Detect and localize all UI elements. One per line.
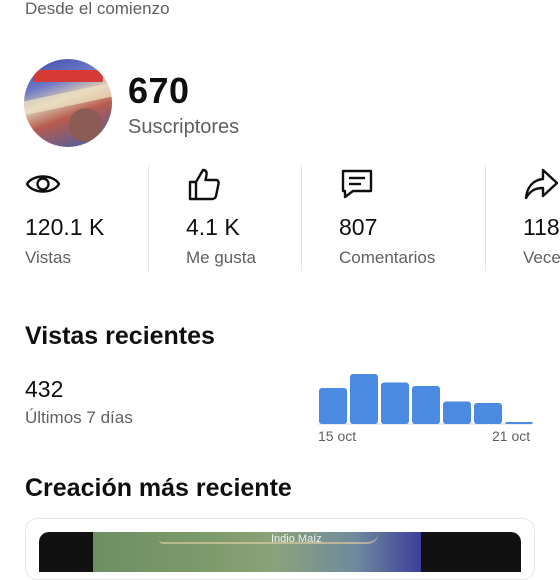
latest-video-thumbnail[interactable]: Indio Maíz xyxy=(39,532,521,572)
chart-bar-3[interactable] xyxy=(381,382,409,425)
thumbnail-map-label: Indio Maíz xyxy=(271,533,322,545)
stat-likes[interactable]: 4.1 K Me gusta xyxy=(186,166,296,272)
channel-avatar[interactable] xyxy=(24,59,112,147)
divider xyxy=(301,165,302,271)
chart-bar-2[interactable] xyxy=(350,374,378,424)
chart-bar-7[interactable] xyxy=(505,422,533,424)
subscriber-count: 670 xyxy=(128,70,190,111)
views-value: 120.1 K xyxy=(25,214,105,240)
likes-label: Me gusta xyxy=(186,248,256,267)
share-icon xyxy=(524,168,559,200)
stat-shares[interactable]: 118 Veces xyxy=(523,166,560,272)
chart-bar-6[interactable] xyxy=(474,403,502,424)
latest-creation-title: Creación más reciente xyxy=(25,474,292,502)
shares-label: Veces xyxy=(523,248,560,267)
subscriber-label: Suscriptores xyxy=(128,116,240,138)
divider xyxy=(148,165,149,271)
likes-value: 4.1 K xyxy=(186,214,240,240)
chart-x-label-end: 21 oct xyxy=(492,428,531,444)
comment-icon xyxy=(341,169,373,199)
chart-bar-4[interactable] xyxy=(412,386,440,424)
views-label: Vistas xyxy=(25,248,71,267)
divider xyxy=(485,165,486,271)
chart-bar-1[interactable] xyxy=(319,388,347,424)
shares-value: 118 xyxy=(523,214,560,240)
since-beginning-label: Desde el comienzo xyxy=(25,0,170,18)
eye-icon xyxy=(25,175,61,193)
chart-bar-5[interactable] xyxy=(443,401,471,425)
recent-views-period: Últimos 7 días xyxy=(25,408,133,427)
comments-label: Comentarios xyxy=(339,248,436,267)
recent-views-value: 432 xyxy=(25,376,64,402)
recent-views-chart[interactable] xyxy=(316,368,534,428)
stat-views[interactable]: 120.1 K Vistas xyxy=(25,166,135,272)
stat-comments[interactable]: 807 Comentarios xyxy=(339,166,469,272)
chart-x-label-start: 15 oct xyxy=(318,428,357,444)
comments-value: 807 xyxy=(339,214,378,240)
recent-views-title: Vistas recientes xyxy=(25,322,215,350)
thumbs-up-icon xyxy=(188,168,220,201)
